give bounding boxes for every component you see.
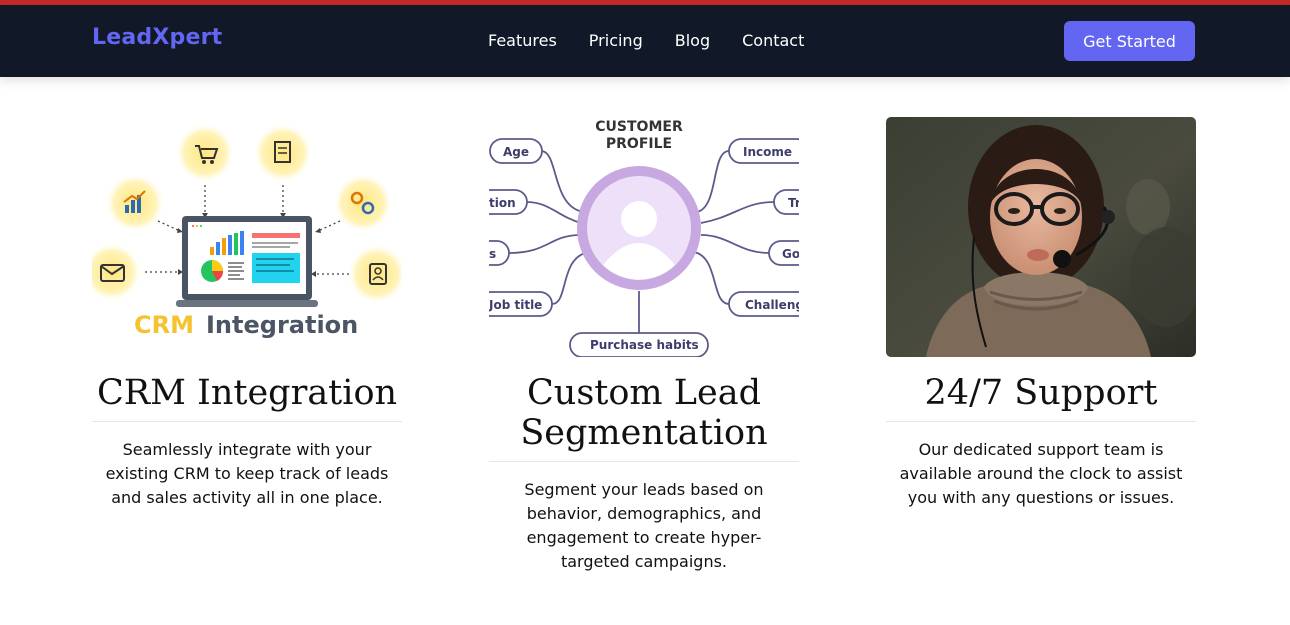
- nav-link-contact[interactable]: Contact: [742, 31, 804, 50]
- feature-card-support: 24/7 Support Our dedicated support team …: [886, 117, 1196, 510]
- label-goals: Go: [782, 247, 799, 261]
- label-education: tion: [489, 196, 516, 210]
- get-started-button[interactable]: Get Started: [1064, 21, 1195, 61]
- label-job-title: Job title: [489, 298, 542, 312]
- nav-link-blog[interactable]: Blog: [675, 31, 710, 50]
- feature-title: CRM Integration: [92, 373, 402, 422]
- feature-title: 24/7 Support: [886, 373, 1196, 422]
- label-purchase-habits: Purchase habits: [590, 338, 699, 352]
- nav-link-pricing[interactable]: Pricing: [589, 31, 643, 50]
- support-agent-photo: [886, 117, 1196, 357]
- label-challenges: Challeng: [745, 298, 799, 312]
- customer-profile-diagram: CUSTOMER PROFILE Age tion s Job title Pu…: [489, 119, 799, 357]
- label-traits: Tr: [788, 196, 799, 210]
- label-income: Income: [743, 145, 792, 159]
- nav-link-features[interactable]: Features: [488, 31, 557, 50]
- feature-card-crm: CRM Integration CRM Integration Seamless…: [92, 117, 402, 510]
- nav-links: Features Pricing Blog Contact: [488, 31, 836, 50]
- brand-logo[interactable]: LeadXpert: [92, 25, 222, 50]
- feature-description: Our dedicated support team is available …: [899, 440, 1183, 507]
- customer-profile-image: CUSTOMER PROFILE Age tion s Job title Pu…: [489, 117, 799, 357]
- crm-integration-image: CRM Integration: [92, 117, 402, 357]
- feature-description: Segment your leads based on behavior, de…: [524, 480, 764, 571]
- navbar: LeadXpert Features Pricing Blog Contact …: [0, 5, 1290, 77]
- crm-illustration: CRM Integration: [92, 123, 402, 339]
- support-agent-illustration: [886, 117, 1196, 357]
- crm-word: CRM: [134, 311, 194, 339]
- integration-word: Integration: [206, 311, 358, 339]
- feature-title: Custom Lead Segmentation: [489, 373, 799, 462]
- feature-card-segmentation: CUSTOMER PROFILE Age tion s Job title Pu…: [489, 117, 799, 574]
- label-age: Age: [503, 145, 529, 159]
- feature-description: Seamlessly integrate with your existing …: [105, 440, 389, 507]
- profile-heading-line2: PROFILE: [606, 136, 672, 152]
- laptop-icon: [176, 216, 318, 307]
- profile-heading-line1: CUSTOMER: [595, 119, 683, 135]
- label-interests: s: [489, 247, 496, 261]
